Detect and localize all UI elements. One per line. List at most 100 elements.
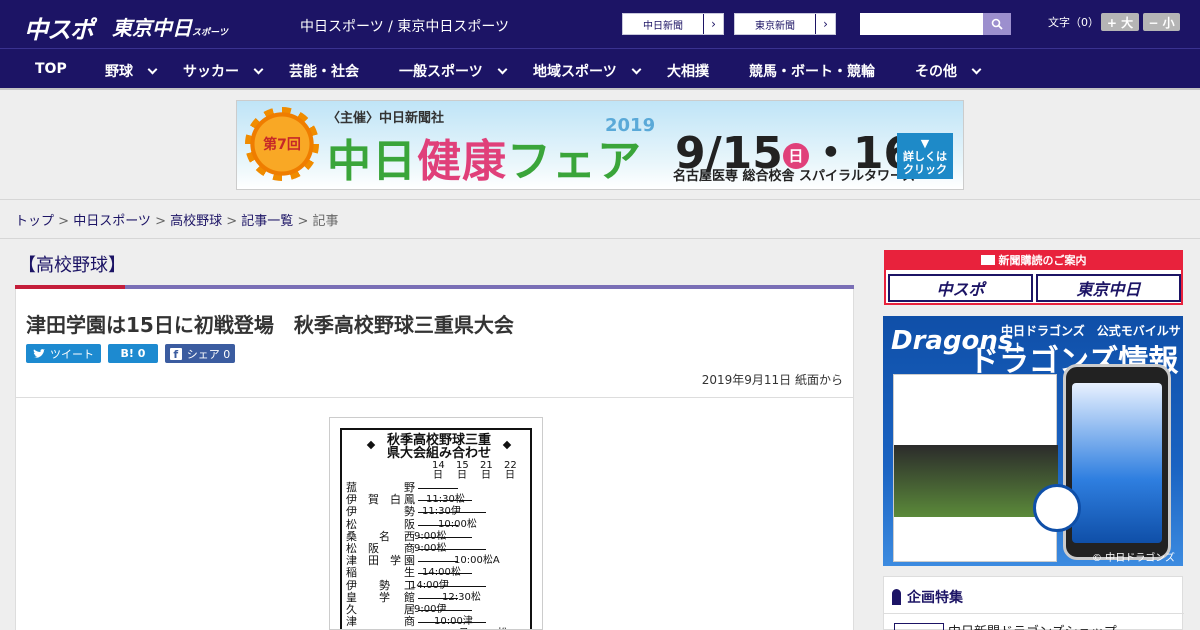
subscription-label: 新聞購読のご案内: [998, 254, 1087, 267]
nav-racing[interactable]: 競馬・ボート・競輪: [749, 61, 875, 81]
tweet-button[interactable]: ツイート: [26, 344, 101, 363]
bracket-match-time: 12:30松: [442, 591, 481, 603]
subscription-heading: 新聞購読のご案内: [886, 252, 1181, 270]
divider: [884, 613, 1184, 614]
bracket-date: 14日: [432, 460, 445, 481]
search-icon: [991, 18, 1003, 30]
smartphone-image: [1063, 364, 1171, 560]
dragons-mobile-ad[interactable]: Dragons 中日ドラゴンズ 公式モバイルサイト ドラゴンズ情報 © 中日ドラ…: [883, 316, 1183, 566]
bracket-dates: 14日 15日 21日 22日: [432, 460, 517, 481]
bracket-row: 伊 勢 11:30伊: [346, 506, 532, 518]
bracket-school-left: 稲: [346, 566, 357, 580]
facebook-share-button[interactable]: f シェア 0: [165, 344, 235, 363]
bracket-row: 久居 9:00伊: [346, 603, 532, 616]
font-bigger-button[interactable]: + 大: [1101, 13, 1139, 31]
banner-detail-button[interactable]: ▼ 詳しくは クリック: [897, 133, 953, 179]
feature-item-link[interactable]: 中日新聞ドラゴンズショップ: [948, 621, 1117, 630]
dragons-copyright: © 中日ドラゴンズ: [1092, 553, 1175, 564]
nav-label: 芸能・社会: [289, 64, 359, 80]
bracket-school-right: 商: [404, 615, 415, 629]
feature-label: 企画特集: [907, 590, 963, 606]
tokyo-chunichi-logo[interactable]: 東京中日スポーツ: [112, 12, 228, 41]
article-title: 津田学園は15日に初戦登場 秋季高校野球三重県大会: [26, 313, 514, 337]
score-screen-image: [893, 374, 1058, 562]
feature-thumbnail[interactable]: [894, 623, 944, 630]
bracket-row: 伊 賀 白鳳 11:30松: [346, 494, 532, 506]
sun-icon: 第7回: [245, 107, 319, 181]
main-nav: TOP 野球 サッカー 芸能・社会 一般スポーツ 地域スポーツ 大相撲 競馬・ボ…: [0, 48, 1200, 90]
site-title: 中日スポーツ / 東京中日スポーツ: [300, 19, 510, 35]
font-smaller-button[interactable]: − 小: [1143, 13, 1180, 31]
tournament-bracket-image[interactable]: 秋季高校野球三重 県大会組み合わせ 14日 15日 21日 22日 菰野伊 賀 …: [329, 417, 543, 630]
bracket-line: [418, 488, 458, 489]
breadcrumb-sep: >: [150, 214, 171, 229]
bracket-date: 21日: [480, 460, 493, 481]
bracket-frame: 秋季高校野球三重 県大会組み合わせ 14日 15日 21日 22日 菰野伊 賀 …: [340, 428, 532, 630]
feature-box: 企画特集 中日新聞ドラゴンズショップ: [883, 576, 1184, 630]
banner-title-a: 中日: [327, 136, 417, 187]
article-date: 2019年9月11日 紙面から: [701, 373, 843, 387]
nav-sumo[interactable]: 大相撲: [667, 61, 709, 81]
subscribe-tokyo-button[interactable]: 東京中日: [1036, 274, 1181, 302]
breadcrumb-top[interactable]: トップ: [15, 214, 54, 229]
bracket-match-time: 9:00伊: [414, 603, 447, 615]
chevron-down-icon: [971, 64, 982, 74]
nav-label: TOP: [35, 61, 67, 77]
facebook-icon: f: [169, 347, 182, 361]
bracket-match-time: 14:00伊: [410, 579, 449, 591]
banner-title-b: 健康: [417, 136, 507, 187]
chuspo-logo[interactable]: 中スポ: [24, 10, 94, 45]
category-heading: 【高校野球】: [18, 255, 126, 276]
mascot-icon: [1033, 484, 1081, 532]
bracket-match-time: 9:00松: [414, 530, 447, 542]
health-fair-banner[interactable]: 第7回 〈主催〉中日新聞社 中日健康フェア 2019 9/15日・16祝 名古屋…: [236, 100, 964, 190]
nav-label: 野球: [105, 64, 133, 80]
bracket-rows: 菰野伊 賀 白鳳 11:30松伊勢 11:30伊松阪 10:00松桑 名西 9:00松松…: [346, 482, 532, 630]
nav-entertainment[interactable]: 芸能・社会: [289, 61, 359, 81]
bracket-row: 松 阪 10:00松: [346, 518, 532, 531]
facebook-share-label: シェア 0: [186, 347, 231, 361]
tokyo-logo-text: 東京中日: [112, 16, 192, 40]
bracket-match-time: 14:00松: [422, 567, 461, 579]
nav-baseball[interactable]: 野球: [105, 61, 158, 81]
search-button[interactable]: [983, 13, 1011, 35]
breadcrumb-high-school-baseball[interactable]: 高校野球: [170, 214, 222, 229]
breadcrumb-chunichi-sports[interactable]: 中日スポーツ: [73, 214, 151, 229]
bracket-school-left: 皇 学: [346, 590, 390, 604]
feature-heading: 企画特集: [892, 587, 963, 607]
bracket-title: 秋季高校野球三重 県大会組み合わせ: [376, 434, 502, 460]
banner-year: 2019: [605, 115, 656, 136]
nav-label: 大相撲: [667, 64, 709, 80]
hatena-bookmark-button[interactable]: B! 0: [108, 344, 158, 363]
banner-sponsor: 〈主催〉中日新聞社: [327, 111, 445, 126]
bracket-match-time: 11:30伊: [422, 506, 461, 518]
bracket-row: 皇 学館 12:30松: [346, 590, 532, 604]
detail-label: 詳しくは クリック: [903, 150, 947, 176]
twitter-bird-icon: [33, 348, 45, 358]
nav-regional-sports[interactable]: 地域スポーツ: [533, 61, 642, 81]
bracket-row: 伊 勢工 14:00伊: [346, 579, 532, 592]
bracket-school-left: 桑 名: [346, 529, 390, 543]
banner-venue: 名古屋医専 総合校舎 スパイラルタワーズ: [673, 169, 916, 184]
site-header: 中スポ 東京中日スポーツ 中日スポーツ / 東京中日スポーツ 中日新聞 › 東京…: [0, 0, 1200, 48]
nav-general-sports[interactable]: 一般スポーツ: [399, 61, 508, 81]
tokyo-shimbun-link[interactable]: 東京新聞 ›: [734, 13, 836, 35]
ribbon-icon: [892, 589, 901, 605]
tokyo-logo-small: スポーツ: [192, 28, 228, 38]
bracket-school-left: 津 田 学: [346, 554, 401, 568]
chunichi-shimbun-link[interactable]: 中日新聞 ›: [622, 13, 724, 35]
chevron-down-icon: [147, 64, 158, 74]
search-input[interactable]: [860, 13, 984, 35]
subscription-box: 新聞購読のご案内 中スポ 東京中日: [884, 250, 1183, 305]
bracket-school-right: 生: [404, 566, 415, 580]
bracket-school-left: 津: [346, 615, 357, 629]
breadcrumb-article-list[interactable]: 記事一覧: [241, 214, 293, 229]
nav-other[interactable]: その他: [915, 61, 982, 81]
nav-soccer[interactable]: サッカー: [183, 61, 264, 81]
nav-label: その他: [915, 64, 957, 80]
breadcrumb: トップ > 中日スポーツ > 高校野球 > 記事一覧 > 記事: [15, 210, 339, 229]
nav-top[interactable]: TOP: [35, 61, 67, 77]
bracket-row: 稲 生 14:00松: [346, 567, 532, 579]
subscribe-chuspo-button[interactable]: 中スポ: [888, 274, 1033, 302]
bracket-date: 15日: [456, 460, 469, 481]
